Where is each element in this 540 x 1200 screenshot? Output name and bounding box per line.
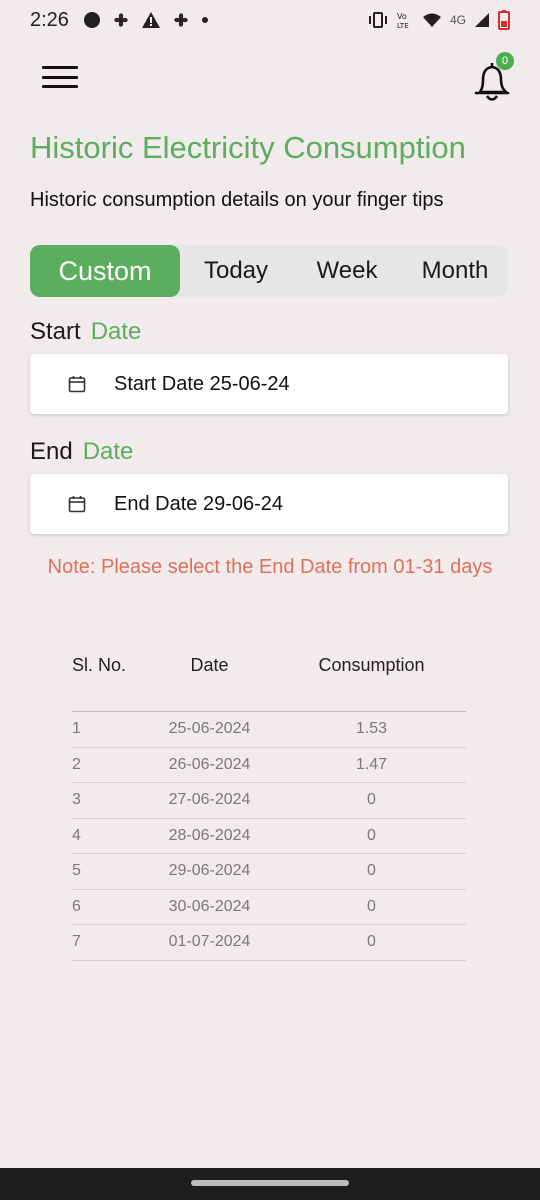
cell-date: 27-06-2024 xyxy=(168,791,251,809)
page-subtitle: Historic consumption details on your fin… xyxy=(30,189,444,211)
header-consumption: Consumption xyxy=(318,655,425,675)
start-label-text: Start xyxy=(30,318,81,345)
tab-today[interactable]: Today xyxy=(180,245,292,297)
cell-date: 01-07-2024 xyxy=(168,933,251,951)
menu-icon-bar xyxy=(42,75,78,79)
table-row: 4 28-06-2024 0 xyxy=(72,819,466,854)
cell-consumption: 1.47 xyxy=(355,755,388,773)
battery-icon xyxy=(498,10,510,30)
cell-consumption: 1.53 xyxy=(355,720,388,738)
table-body: 1 25-06-2024 1.53 2 26-06-2024 1.47 3 27… xyxy=(72,712,466,961)
network-type-label: 4G xyxy=(449,13,466,27)
cell-sl-no: 6 xyxy=(72,897,81,915)
cell-sl-no: 2 xyxy=(72,755,81,773)
cell-date: 30-06-2024 xyxy=(168,897,251,915)
signal-icon xyxy=(474,12,490,28)
warning-icon xyxy=(141,11,161,29)
notifications-button[interactable]: 0 xyxy=(470,52,516,102)
cell-consumption: 0 xyxy=(367,897,376,915)
start-date-value: Start Date 25-06-24 xyxy=(114,372,290,395)
cell-sl-no: 5 xyxy=(72,862,81,880)
start-date-field[interactable]: Start Date 25-06-24 xyxy=(30,354,508,414)
cell-consumption: 0 xyxy=(367,933,376,951)
table-row: 3 27-06-2024 0 xyxy=(72,783,466,819)
notification-icons xyxy=(83,10,209,30)
cell-sl-no: 1 xyxy=(72,720,81,738)
menu-icon-bar xyxy=(42,66,78,69)
table-row: 1 25-06-2024 1.53 xyxy=(72,712,466,748)
header-sl-no: Sl. No. xyxy=(72,655,127,675)
table-row: 5 29-06-2024 0 xyxy=(72,854,466,890)
calendar-icon xyxy=(68,375,86,393)
table-header: Sl. No. Date Consumption xyxy=(72,650,466,712)
cell-consumption: 0 xyxy=(367,826,376,844)
svg-text:LTE: LTE xyxy=(397,22,409,29)
cell-date: 25-06-2024 xyxy=(168,720,251,738)
end-label-accent: Date xyxy=(82,438,134,465)
vibrate-icon xyxy=(368,12,388,28)
cell-date: 28-06-2024 xyxy=(168,826,251,844)
system-navigation-bar xyxy=(0,1168,540,1200)
volte-icon: Vo LTE xyxy=(396,11,414,29)
end-date-field[interactable]: End Date 29-06-24 xyxy=(30,474,508,534)
tab-week[interactable]: Week xyxy=(292,245,402,297)
table-row: 2 26-06-2024 1.47 xyxy=(72,748,466,783)
menu-button[interactable] xyxy=(40,60,80,94)
date-range-note: Note: Please select the End Date from 01… xyxy=(47,556,493,578)
tab-custom[interactable]: Custom xyxy=(30,245,180,297)
fan-icon xyxy=(171,10,191,30)
consumption-table: Sl. No. Date Consumption 1 25-06-2024 1.… xyxy=(72,650,466,961)
cell-consumption: 0 xyxy=(367,862,376,880)
end-date-label: End Date xyxy=(30,438,133,466)
cell-date: 29-06-2024 xyxy=(168,862,251,880)
start-date-label: Start Date xyxy=(30,318,141,346)
status-bar: 2:26 Vo LTE 4G xyxy=(0,0,540,40)
tab-month[interactable]: Month xyxy=(402,245,508,297)
end-label-text: End xyxy=(30,438,73,465)
cell-sl-no: 3 xyxy=(72,791,81,809)
fan-icon xyxy=(111,10,131,30)
app-screen: 2:26 Vo LTE 4G 0 Historic Electricity Co… xyxy=(0,0,540,1200)
cell-sl-no: 4 xyxy=(72,826,81,844)
cell-date: 26-06-2024 xyxy=(168,755,251,773)
dot-icon xyxy=(201,16,209,24)
system-icons: Vo LTE 4G xyxy=(368,10,510,30)
menu-icon-bar xyxy=(42,85,78,88)
table-row: 6 30-06-2024 0 xyxy=(72,890,466,925)
home-gesture-handle[interactable] xyxy=(191,1180,349,1186)
start-label-accent: Date xyxy=(90,318,142,345)
svg-text:Vo: Vo xyxy=(397,12,407,21)
page-title: Historic Electricity Consumption xyxy=(30,130,466,165)
notification-count-badge: 0 xyxy=(496,52,514,70)
cell-consumption: 0 xyxy=(367,791,376,809)
header-date: Date xyxy=(190,655,229,675)
end-date-value: End Date 29-06-24 xyxy=(114,492,284,515)
status-time: 2:26 xyxy=(30,8,69,31)
calendar-icon xyxy=(68,495,86,513)
table-row: 7 01-07-2024 0 xyxy=(72,925,466,961)
period-tabs: Custom Today Week Month xyxy=(30,245,508,297)
cell-sl-no: 7 xyxy=(72,933,81,951)
circle-icon xyxy=(83,11,101,29)
wifi-icon xyxy=(422,12,442,28)
